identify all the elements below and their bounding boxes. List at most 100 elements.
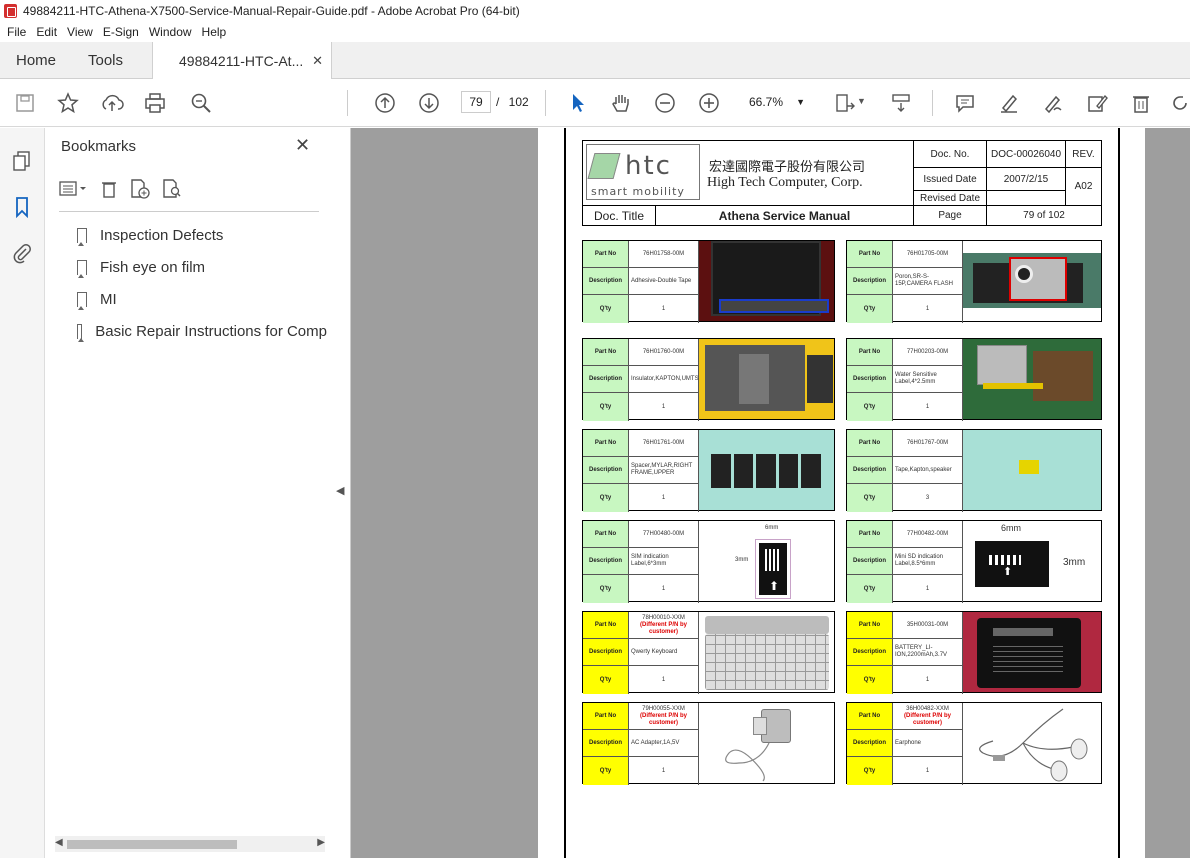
menu-file[interactable]: File — [2, 25, 31, 39]
chevron-down-icon[interactable]: ▼ — [857, 96, 866, 106]
part-field-label: Q'ty — [847, 393, 893, 421]
save-icon[interactable] — [13, 91, 37, 115]
upload-cloud-icon[interactable] — [100, 91, 124, 115]
attachments-icon[interactable] — [11, 242, 33, 264]
part-field-value: 1 — [629, 393, 699, 421]
page-label: Page — [913, 205, 987, 226]
print-icon[interactable] — [143, 91, 167, 115]
find-bookmark-icon[interactable] — [161, 178, 183, 205]
delete-bookmark-icon[interactable] — [99, 179, 119, 204]
tab-document[interactable]: 49884211-HTC-At... ✕ — [152, 42, 332, 80]
part-block: Part No 36H00482-XXM (Different P/N by cus… — [846, 702, 1102, 785]
part-block: Part No 76H01760-00M Description Insulator,… — [582, 338, 835, 421]
part-row-desc: Description AC Adapter,1A,5V — [583, 730, 699, 757]
part-field-value: Earphone — [893, 730, 963, 756]
collapse-panel-icon[interactable]: ◀ — [336, 484, 344, 497]
bookmarks-horizontal-scrollbar[interactable]: ◀ ▶ — [55, 836, 325, 852]
scroll-left-icon[interactable]: ◀ — [55, 837, 63, 848]
menu-esign[interactable]: E-Sign — [98, 25, 144, 39]
part-field-label: Part No — [847, 521, 893, 547]
tab-tools[interactable]: Tools — [88, 42, 123, 79]
page-layout-icon[interactable] — [833, 91, 857, 115]
part-photo — [963, 339, 1101, 419]
rotate-icon[interactable] — [1168, 91, 1190, 115]
part-row-qty: Q'ty 1 — [847, 393, 963, 421]
sd-height-label: 3mm — [1063, 557, 1086, 568]
bookmark-item[interactable]: Basic Repair Instructions for Comp — [77, 320, 327, 342]
close-icon[interactable]: ✕ — [295, 135, 310, 156]
star-icon[interactable] — [56, 91, 80, 115]
comment-icon[interactable] — [953, 91, 977, 115]
part-field-label: Part No — [583, 241, 629, 267]
zoom-out-icon[interactable] — [653, 91, 677, 115]
part-block: Part No 76H01705-00M Description Poron,SR-S… — [846, 240, 1102, 323]
part-field-label: Description — [847, 730, 893, 756]
part-photo — [963, 241, 1101, 321]
part-field-value: 1 — [893, 295, 963, 323]
page-thumbnails-icon[interactable] — [11, 150, 33, 172]
highlight-pen-icon[interactable] — [997, 91, 1021, 115]
delete-icon[interactable] — [1129, 91, 1153, 115]
draw-sign-icon[interactable] — [1041, 91, 1065, 115]
new-bookmark-icon[interactable] — [129, 178, 151, 205]
part-row-desc: Description Poron,SR-S-15P,CAMERA FLASH — [847, 268, 963, 295]
page-up-icon[interactable] — [373, 91, 397, 115]
part-field-label: Q'ty — [847, 666, 893, 694]
part-row-part: Part No 78H00010-XXM (Different P/N by cus… — [583, 612, 699, 639]
part-row-qty: Q'ty 1 — [583, 393, 699, 421]
scrollbar-thumb[interactable] — [67, 840, 237, 849]
bookmark-item[interactable]: Fish eye on film — [77, 256, 327, 278]
bookmark-item[interactable]: MI — [77, 288, 327, 310]
menu-help[interactable]: Help — [197, 25, 232, 39]
bookmarks-icon[interactable] — [11, 196, 33, 219]
part-field-value: 35H00031-00M — [893, 612, 963, 638]
part-field-label: Description — [583, 548, 629, 574]
page-total: / 102 — [496, 95, 529, 109]
page-down-icon[interactable] — [417, 91, 441, 115]
hand-tool-icon[interactable] — [609, 91, 633, 115]
part-photo: ⬆ 6mm 3mm — [963, 521, 1101, 601]
options-menu-icon[interactable] — [59, 180, 89, 203]
zoom-in-icon[interactable] — [697, 91, 721, 115]
part-field-value: 76H01760-00M — [629, 339, 699, 365]
part-row-desc: Description SIM indication Label,6*3mm — [583, 548, 699, 575]
bookmark-icon — [77, 259, 87, 278]
tab-home[interactable]: Home — [16, 42, 56, 79]
menu-edit[interactable]: Edit — [31, 25, 62, 39]
part-row-desc: Description Earphone — [847, 730, 963, 757]
scroll-right-icon[interactable]: ▶ — [317, 837, 325, 848]
window-title: 49884211-HTC-Athena-X7500-Service-Manual… — [23, 4, 520, 18]
part-row-part: Part No 77H00203-00M — [847, 339, 963, 366]
page-number-input[interactable]: 79 — [461, 91, 491, 113]
scroll-mode-icon[interactable] — [889, 91, 913, 115]
part-block: Part No 76H01761-00M Description Spacer,MYL… — [582, 429, 835, 512]
doc-no-value: DOC-00026040 — [986, 140, 1066, 168]
part-row-part: Part No 76H01761-00M — [583, 430, 699, 457]
menu-view[interactable]: View — [62, 25, 98, 39]
part-field-value: Insulator,KAPTON,UMTS,board — [629, 366, 716, 392]
bookmark-item[interactable]: Inspection Defects — [77, 224, 327, 246]
part-note: (Different P/N by customer) — [639, 712, 687, 726]
edit-text-icon[interactable] — [1085, 91, 1109, 115]
part-number: 79H00055-XXM — [642, 705, 685, 712]
part-field-label: Description — [583, 268, 629, 294]
bookmarks-title: Bookmarks — [61, 138, 137, 155]
page-value: 79 of 102 — [986, 205, 1102, 226]
part-row-part: Part No 76H01760-00M — [583, 339, 699, 366]
company-name-chinese: 宏達國際電子股份有限公司 — [709, 160, 866, 175]
part-block: Part No 77H00480-00M Description SIM indica… — [582, 520, 835, 603]
part-photo: ⬆ 6mm 3mm — [699, 521, 834, 601]
part-number: 78H00010-XXM — [642, 614, 685, 621]
part-field-value: 1 — [893, 393, 963, 421]
select-cursor-icon[interactable] — [566, 91, 590, 115]
menu-window[interactable]: Window — [144, 25, 197, 39]
part-field-label: Q'ty — [583, 393, 629, 421]
logo-text: htc — [625, 151, 672, 181]
part-field-value: 79H00055-XXM (Different P/N by customer) — [629, 703, 699, 729]
close-tab-icon[interactable]: ✕ — [312, 53, 323, 69]
toolbar-divider — [347, 90, 348, 116]
part-field-value: AC Adapter,1A,5V — [629, 730, 699, 756]
zoom-select[interactable]: 66.7% ▼ — [741, 91, 807, 113]
tab-document-label: 49884211-HTC-At... — [179, 53, 304, 69]
zoom-search-icon[interactable] — [189, 91, 213, 115]
